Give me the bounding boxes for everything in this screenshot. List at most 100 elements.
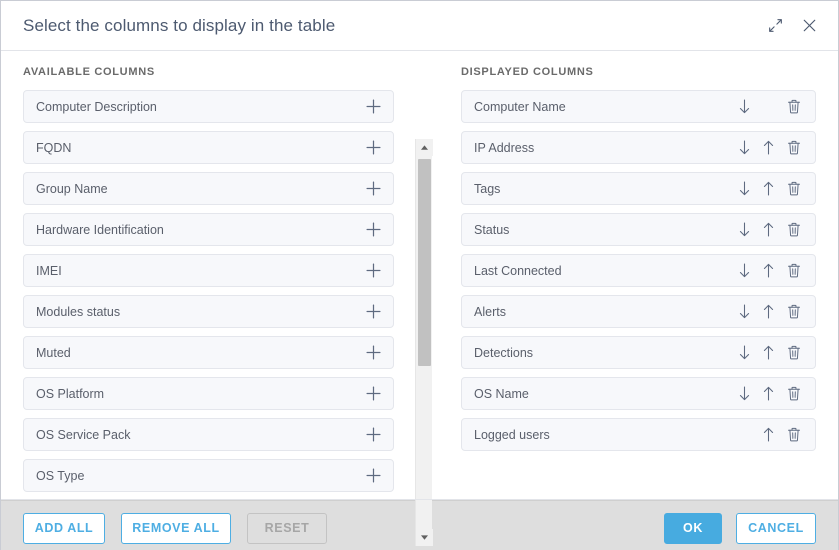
arrow-down-icon[interactable] xyxy=(733,260,756,282)
displayed-column-label: Last Connected xyxy=(474,263,562,278)
plus-icon[interactable] xyxy=(363,302,383,322)
trash-icon[interactable] xyxy=(782,301,805,323)
displayed-column-item[interactable]: Alerts xyxy=(461,295,816,328)
displayed-column-item[interactable]: Computer Name xyxy=(461,90,816,123)
close-icon[interactable] xyxy=(798,15,820,37)
available-column-item[interactable]: OS Service Pack xyxy=(23,418,394,451)
available-column-label: OS Service Pack xyxy=(36,427,131,442)
displayed-column-label: Alerts xyxy=(474,304,506,319)
trash-icon[interactable] xyxy=(782,342,805,364)
displayed-item-actions xyxy=(733,178,805,200)
arrow-down-icon[interactable] xyxy=(733,96,756,118)
available-column-label: IMEI xyxy=(36,263,62,278)
available-column-item[interactable]: Hardware Identification xyxy=(23,213,394,246)
scrollbar-thumb[interactable] xyxy=(418,159,431,366)
available-list-scrollbar[interactable] xyxy=(415,139,433,546)
displayed-item-actions xyxy=(733,301,805,323)
arrow-down-icon[interactable] xyxy=(733,219,756,241)
plus-icon[interactable] xyxy=(363,179,383,199)
arrow-up-icon[interactable] xyxy=(757,260,780,282)
displayed-item-actions xyxy=(733,383,805,405)
arrow-up-icon[interactable] xyxy=(757,424,780,446)
displayed-column-label: Computer Name xyxy=(474,99,566,114)
displayed-columns-panel: DISPLAYED COLUMNS Computer Name IP Addres… xyxy=(439,51,838,500)
available-item-actions xyxy=(363,220,383,240)
available-column-item[interactable]: FQDN xyxy=(23,131,394,164)
scroll-up-arrow-icon[interactable] xyxy=(416,139,433,156)
plus-icon[interactable] xyxy=(363,384,383,404)
displayed-column-label: Tags xyxy=(474,181,501,196)
remove-all-button[interactable]: REMOVE ALL xyxy=(121,512,231,544)
trash-icon[interactable] xyxy=(782,96,805,118)
displayed-column-item[interactable]: Detections xyxy=(461,336,816,369)
available-column-label: Group Name xyxy=(36,181,108,196)
displayed-column-item[interactable]: Tags xyxy=(461,172,816,205)
arrow-down-icon[interactable] xyxy=(733,301,756,323)
arrow-up-icon[interactable] xyxy=(757,342,780,364)
displayed-column-item[interactable]: IP Address xyxy=(461,131,816,164)
add-all-button[interactable]: ADD ALL xyxy=(23,512,105,544)
plus-icon[interactable] xyxy=(363,343,383,363)
available-item-actions xyxy=(363,97,383,117)
displayed-column-item[interactable]: Status xyxy=(461,213,816,246)
available-item-actions xyxy=(363,466,383,486)
available-column-item[interactable]: IMEI xyxy=(23,254,394,287)
reset-button[interactable]: RESET xyxy=(247,512,327,544)
arrow-down-icon[interactable] xyxy=(733,137,756,159)
plus-icon[interactable] xyxy=(363,97,383,117)
displayed-column-item[interactable]: Last Connected xyxy=(461,254,816,287)
displayed-column-item[interactable]: Logged users xyxy=(461,418,816,451)
arrow-down-icon[interactable] xyxy=(733,342,756,364)
arrow-down-icon[interactable] xyxy=(733,383,756,405)
trash-icon[interactable] xyxy=(782,260,805,282)
plus-icon[interactable] xyxy=(363,261,383,281)
available-item-actions xyxy=(363,425,383,445)
displayed-item-actions xyxy=(733,342,805,364)
expand-icon[interactable] xyxy=(764,15,786,37)
trash-icon[interactable] xyxy=(782,424,805,446)
arrow-up-icon[interactable] xyxy=(757,219,780,241)
available-column-item[interactable]: OS Platform xyxy=(23,377,394,410)
available-column-item[interactable]: OS Type xyxy=(23,459,394,492)
available-column-label: FQDN xyxy=(36,140,72,155)
plus-icon[interactable] xyxy=(363,138,383,158)
available-item-actions xyxy=(363,179,383,199)
displayed-column-label: IP Address xyxy=(474,140,535,155)
scroll-down-arrow-icon[interactable] xyxy=(416,529,433,546)
trash-icon[interactable] xyxy=(782,219,805,241)
displayed-columns-list: Computer Name IP Address Tags Status Last Co… xyxy=(461,90,816,451)
arrow-up-icon[interactable] xyxy=(757,137,780,159)
available-column-label: Computer Description xyxy=(36,99,157,114)
arrow-down-icon[interactable] xyxy=(733,178,756,200)
trash-icon[interactable] xyxy=(782,178,805,200)
available-column-item[interactable]: Modules status xyxy=(23,295,394,328)
dialog-body: AVAILABLE COLUMNS Computer Description FQ… xyxy=(1,51,838,546)
displayed-column-item[interactable]: OS Name xyxy=(461,377,816,410)
available-column-label: Hardware Identification xyxy=(36,222,164,237)
arrow-up-icon[interactable] xyxy=(757,301,780,323)
available-column-item[interactable]: Muted xyxy=(23,336,394,369)
available-column-item[interactable]: Computer Description xyxy=(23,90,394,123)
ok-button[interactable]: OK xyxy=(664,512,722,544)
available-item-actions xyxy=(363,261,383,281)
displayed-item-actions xyxy=(733,424,805,446)
cancel-button[interactable]: CANCEL xyxy=(736,512,816,544)
displayed-columns-heading: DISPLAYED COLUMNS xyxy=(461,66,594,78)
arrow-up-icon[interactable] xyxy=(757,178,780,200)
plus-icon[interactable] xyxy=(363,466,383,486)
available-column-item[interactable]: Group Name xyxy=(23,172,394,205)
available-item-actions xyxy=(363,138,383,158)
dialog-titlebar: Select the columns to display in the tab… xyxy=(1,1,838,51)
displayed-item-actions xyxy=(733,219,805,241)
available-column-label: OS Platform xyxy=(36,386,105,401)
displayed-column-label: Logged users xyxy=(474,427,550,442)
arrow-up-icon[interactable] xyxy=(757,383,780,405)
trash-icon[interactable] xyxy=(782,137,805,159)
displayed-column-label: OS Name xyxy=(474,386,529,401)
available-column-label: OS Type xyxy=(36,468,85,483)
trash-icon[interactable] xyxy=(782,383,805,405)
plus-icon[interactable] xyxy=(363,220,383,240)
plus-icon[interactable] xyxy=(363,425,383,445)
footer-left-actions: ADD ALL REMOVE ALL RESET xyxy=(23,512,664,544)
footer-right-actions: OK CANCEL xyxy=(664,512,816,544)
